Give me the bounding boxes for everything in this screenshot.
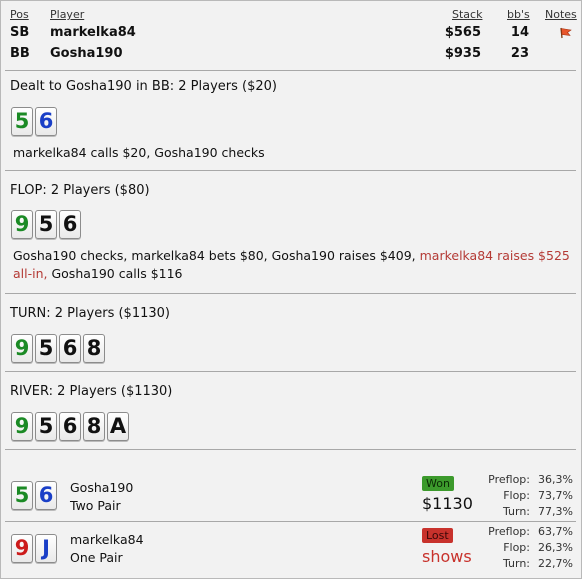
flop-actions-text: Gosha190 checks, markelka84 bets $80, Go… (13, 248, 420, 263)
pos-column-header[interactable]: Pos (10, 8, 29, 21)
flop-actions: Gosha190 checks, markelka84 bets $80, Go… (13, 247, 573, 283)
turn-board-cards: 9 5 6 8 (11, 334, 105, 363)
equity-label-preflop: Preflop: (488, 473, 530, 486)
player-name[interactable]: markelka84 (50, 25, 136, 40)
preflop-hole-cards: 5 6 (11, 107, 57, 136)
showdown-hand-rank: Two Pair (70, 498, 121, 513)
equity-label-flop: Flop: (503, 541, 530, 554)
flop-board-cards: 9 5 6 (11, 210, 81, 239)
player-bbs: 23 (510, 46, 529, 61)
card: 6 (59, 334, 81, 363)
card: 9 (11, 534, 33, 563)
player-column-header[interactable]: Player (50, 8, 84, 21)
card: 6 (35, 481, 57, 510)
card: 5 (11, 481, 33, 510)
card: 5 (35, 210, 57, 239)
notes-column-header[interactable]: Notes (545, 8, 577, 21)
card: 8 (83, 334, 105, 363)
equity-label-turn: Turn: (502, 557, 530, 570)
card: J (35, 534, 57, 563)
equity-label-turn: Turn: (502, 505, 530, 518)
card: 5 (35, 334, 57, 363)
won-badge: Won (422, 476, 454, 491)
divider (5, 521, 576, 522)
showdown-hand-rank: One Pair (70, 550, 123, 565)
divider (5, 371, 576, 372)
turn-title: TURN: 2 Players ($1130) (10, 306, 170, 321)
divider (5, 70, 576, 71)
equity-preflop: 36,3% (538, 473, 573, 486)
won-amount: $1130 (422, 494, 473, 513)
divider (5, 293, 576, 294)
showdown-player-name[interactable]: Gosha190 (70, 479, 133, 497)
equity-label-preflop: Preflop: (488, 525, 530, 538)
bbs-column-header[interactable]: bb's (507, 8, 530, 21)
player-bbs: 14 (510, 25, 529, 40)
river-title: RIVER: 2 Players ($1130) (10, 384, 173, 399)
card: 8 (83, 412, 105, 441)
flop-title: FLOP: 2 Players ($80) (10, 183, 150, 198)
flop-actions-text: Gosha190 calls $116 (47, 266, 183, 281)
card: 6 (35, 107, 57, 136)
equity-preflop: 63,7% (538, 525, 573, 538)
divider (5, 170, 576, 171)
player-name[interactable]: Gosha190 (50, 46, 123, 61)
equity-turn: 22,7% (538, 557, 573, 570)
player-position: SB (10, 25, 30, 40)
showdown-hole-cards: 9 J (11, 534, 57, 563)
river-board-cards: 9 5 6 8 A (11, 412, 129, 441)
equity-turn: 77,3% (538, 505, 573, 518)
showdown-hole-cards: 5 6 (11, 481, 57, 510)
card: 9 (11, 210, 33, 239)
equity-label-flop: Flop: (503, 489, 530, 502)
player-stack: $935 (444, 46, 481, 61)
card: 5 (11, 107, 33, 136)
note-flag-icon[interactable] (559, 27, 573, 39)
preflop-title: Dealt to Gosha190 in BB: 2 Players ($20) (10, 79, 278, 94)
showdown-player-name[interactable]: markelka84 (70, 531, 144, 549)
stack-column-header[interactable]: Stack (452, 8, 482, 21)
card: 9 (11, 334, 33, 363)
preflop-actions: markelka84 calls $20, Gosha190 checks (13, 145, 265, 160)
card: 9 (11, 412, 33, 441)
equity-flop: 26,3% (538, 541, 573, 554)
card: 6 (59, 210, 81, 239)
divider (5, 449, 576, 450)
player-stack: $565 (444, 25, 481, 40)
lost-badge: Lost (422, 528, 453, 543)
card: 6 (59, 412, 81, 441)
card: 5 (35, 412, 57, 441)
shows-label: shows (422, 547, 472, 566)
equity-flop: 73,7% (538, 489, 573, 502)
player-position: BB (10, 46, 30, 61)
card: A (107, 412, 129, 441)
